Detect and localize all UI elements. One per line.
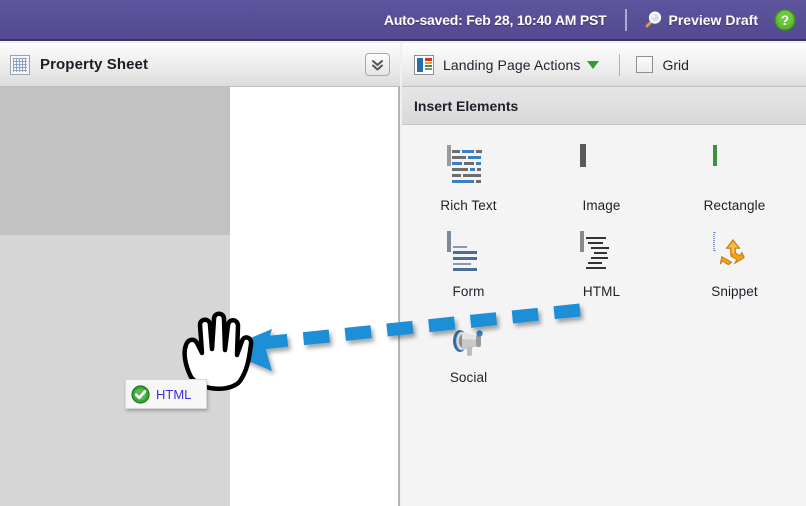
svg-text:?: ?: [781, 13, 789, 28]
landing-page-toolbar: Landing Page Actions Grid: [402, 43, 806, 87]
autosave-status: Auto-saved: Feb 28, 10:40 AM PST: [383, 11, 607, 28]
property-sheet-header: Property Sheet: [0, 43, 400, 87]
preview-draft-label: Preview Draft: [668, 11, 758, 28]
grid-toggle[interactable]: Grid: [636, 56, 689, 73]
element-social[interactable]: Social: [402, 319, 535, 385]
landing-page-icon: [414, 54, 434, 75]
html-icon: [579, 231, 624, 277]
form-icon: [446, 231, 491, 277]
canvas-region-upper[interactable]: [0, 87, 230, 235]
element-label: Snippet: [711, 284, 758, 299]
rectangle-icon: [712, 145, 757, 191]
panel-divider: [398, 87, 400, 506]
element-rich-text[interactable]: Rich Text: [402, 145, 535, 213]
element-label: Form: [452, 284, 485, 299]
rich-text-icon: [446, 145, 491, 191]
element-label: Image: [582, 198, 621, 213]
double-chevron-down-icon[interactable]: [365, 53, 390, 76]
toolbar-separator-2: [619, 53, 621, 76]
app-window: Auto-saved: Feb 28, 10:40 AM PST Preview…: [0, 0, 806, 506]
element-label: Social: [449, 370, 488, 385]
insert-elements-title: Insert Elements: [414, 97, 519, 114]
element-label: Rectangle: [703, 198, 766, 213]
element-snippet[interactable]: Snippet: [668, 232, 801, 299]
element-html[interactable]: HTML: [535, 231, 668, 299]
element-label: Rich Text: [440, 198, 497, 213]
preview-draft-button[interactable]: Preview Draft: [643, 10, 758, 29]
element-label: HTML: [582, 284, 621, 299]
property-sheet-body: [0, 87, 400, 506]
snippet-icon: [712, 232, 757, 277]
top-bar: Auto-saved: Feb 28, 10:40 AM PST Preview…: [0, 0, 806, 41]
grid-checkbox[interactable]: [636, 56, 654, 73]
elements-row: Form HTML Snippet: [402, 231, 806, 319]
elements-grid: Rich Text Image Rectangle Form HTML Snip…: [402, 125, 806, 405]
property-sheet-title: Property Sheet: [40, 56, 149, 73]
canvas-region-lower[interactable]: [0, 235, 230, 506]
magnifier-icon: [643, 10, 662, 29]
elements-row: Rich Text Image Rectangle: [402, 144, 806, 233]
property-sheet-panel: Property Sheet: [0, 43, 400, 506]
element-image[interactable]: Image: [535, 144, 668, 213]
insert-elements-header: Insert Elements: [402, 87, 806, 125]
element-rectangle[interactable]: Rectangle: [668, 145, 801, 213]
insert-elements-panel: Landing Page Actions Grid Insert Element…: [402, 43, 806, 506]
social-megaphone-icon: [447, 319, 491, 363]
element-form[interactable]: Form: [402, 231, 535, 299]
image-icon: [579, 144, 624, 191]
landing-page-actions-label[interactable]: Landing Page Actions: [443, 57, 580, 73]
help-question-icon[interactable]: ?: [774, 8, 796, 31]
toolbar-separator: [624, 8, 627, 31]
elements-row: Social: [402, 319, 806, 405]
grid-sheet-icon: [10, 54, 30, 75]
grid-label: Grid: [662, 56, 689, 73]
triangle-down-icon[interactable]: [587, 60, 600, 69]
